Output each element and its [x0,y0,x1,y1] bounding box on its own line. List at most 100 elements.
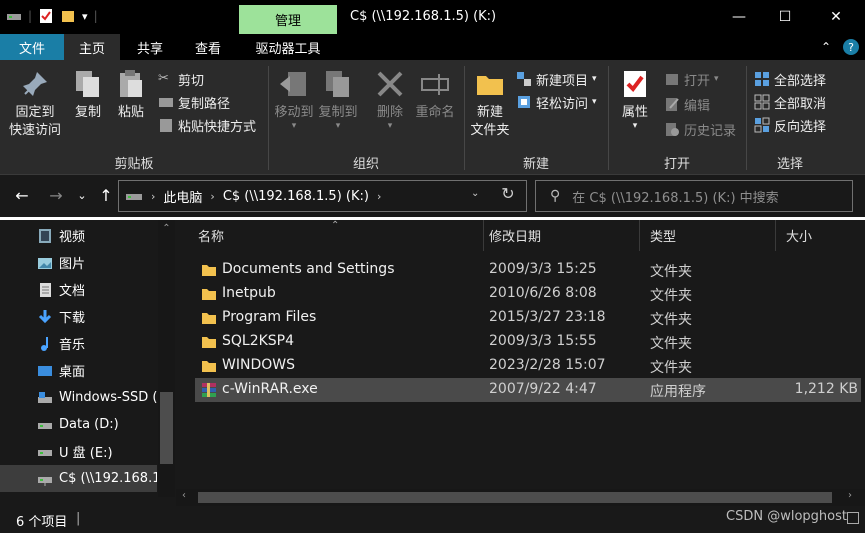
column-header-modified[interactable]: 修改日期 [479,220,640,251]
refresh-icon[interactable]: ↻ [498,184,518,203]
copy-path-icon [158,94,174,110]
nav-item-network-drive[interactable]: C$ (\\192.168.1 [0,465,157,492]
chevron-right-icon[interactable]: › [377,190,381,203]
nav-item-pictures[interactable]: 图片 [0,249,157,276]
paste-button[interactable]: 粘贴 [110,68,152,122]
easy-access-icon [516,94,532,110]
copy-to-label: 复制到 [318,105,358,120]
paste-icon [120,70,142,97]
move-to-dropdown-icon: ▾ [291,121,297,131]
breadcrumb-drive[interactable]: C$ (\\192.168.1.5) (K:) [223,189,369,204]
scrollbar-thumb[interactable] [160,392,173,464]
nav-item-videos[interactable]: 视频 [0,222,157,249]
nav-item-windows-ssd[interactable]: Windows-SSD ( [0,384,157,411]
group-label-clipboard: 剪贴板 [114,157,154,172]
search-box[interactable]: ⚲ 在 C$ (\\192.168.1.5) (K:) 中搜索 [535,180,853,212]
delete-button[interactable]: 删除 ▾ [368,68,412,131]
properties-check-icon [624,71,646,97]
qat-dropdown-icon[interactable]: ▾ [82,10,88,23]
nav-item-music[interactable]: 音乐 [0,330,157,357]
file-modified: 2009/3/3 15:25 [489,261,597,277]
nav-item-usb-e[interactable]: U 盘 (E:) [0,438,157,465]
nav-item-documents[interactable]: 文档 [0,276,157,303]
column-header-size[interactable]: 大小 [776,220,861,251]
nav-item-label: Windows-SSD ( [59,390,157,405]
file-list-scrollbar[interactable]: ‹ › [176,489,865,506]
rename-label: 重命名 [415,105,455,120]
pin-label-1: 固定到 [15,105,55,120]
group-label-new: 新建 [522,157,549,172]
help-icon[interactable]: ? [843,39,859,55]
file-row[interactable]: Inetpub 2010/6/26 8:08 文件夹 [195,282,861,306]
forward-arrow-icon[interactable]: → [46,186,66,205]
tab-share[interactable]: 共享 [120,34,180,60]
scroll-right-icon[interactable]: › [848,490,852,501]
cut-label: 剪切 [178,73,205,89]
tab-view[interactable]: 查看 [180,34,236,60]
scroll-up-icon[interactable]: ⌃ [158,223,175,234]
file-name: SQL2KSP4 [222,333,295,349]
pin-label-2: 快速访问 [8,123,61,138]
easy-access-dropdown-icon: ▾ [592,97,597,107]
nav-item-desktop[interactable]: 桌面 [0,357,157,384]
scrollbar-thumb[interactable] [198,492,832,503]
column-header-type[interactable]: 类型 [640,220,776,251]
invert-selection-icon [754,117,770,133]
drive-icon [37,417,53,433]
chevron-right-icon[interactable]: › [151,190,155,203]
address-row: ← → ⌄ ↑ › 此电脑 › C$ (\\192.168.1.5) (K:) … [0,175,865,217]
column-header-name[interactable]: 名称 [188,220,484,251]
cut-button[interactable]: ✂ 剪切 [158,69,204,89]
new-item-button[interactable]: 新建项目 ▾ [516,69,597,89]
tab-file[interactable]: 文件 [0,34,64,60]
address-dropdown-icon[interactable]: ⌄ [471,188,479,199]
back-arrow-icon[interactable]: ← [12,186,32,205]
nav-item-label: 桌面 [59,365,86,380]
history-icon [664,121,680,137]
scroll-left-icon[interactable]: ‹ [182,490,186,501]
new-folder-button[interactable]: 新建 文件夹 [466,68,514,140]
nav-item-downloads[interactable]: 下载 [0,303,157,330]
copy-button[interactable]: 复制 [68,68,108,122]
minimize-button[interactable]: — [716,0,762,34]
invert-selection-button[interactable]: 反向选择 [754,115,826,135]
file-row[interactable]: c-WinRAR.exe 2007/9/22 4:47 应用程序 1,212 K… [195,378,861,402]
nav-item-data-d[interactable]: Data (D:) [0,411,157,438]
edit-button[interactable]: 编辑 [664,94,710,114]
easy-access-button[interactable]: 轻松访问 ▾ [516,92,597,112]
file-row[interactable]: SQL2KSP4 2009/3/3 15:55 文件夹 [195,330,861,354]
recent-locations-chevron-icon[interactable]: ⌄ [72,189,92,202]
open-button[interactable]: 打开 ▾ [664,69,719,89]
drive-icon[interactable] [6,8,22,24]
rename-button[interactable]: 重命名 [412,68,458,122]
select-all-label: 全部选择 [774,73,827,89]
copy-path-button[interactable]: 复制路径 [158,92,230,112]
copy-to-button[interactable]: 复制到 ▾ [316,68,360,131]
tab-home[interactable]: 主页 [64,34,120,60]
tab-manage[interactable]: 管理 [239,5,337,34]
select-none-button[interactable]: 全部取消 [754,92,826,112]
file-row[interactable]: Documents and Settings 2009/3/3 15:25 文件… [195,258,861,282]
history-button[interactable]: 历史记录 [664,119,736,139]
properties-check-icon[interactable] [38,8,54,24]
select-all-button[interactable]: 全部选择 [754,69,826,89]
breadcrumb-this-pc[interactable]: 此电脑 [163,187,202,206]
documents-icon [37,282,53,298]
ribbon-collapse-icon[interactable]: ⌃ [821,40,831,54]
maximize-button[interactable]: ☐ [762,0,808,34]
address-bar[interactable]: › 此电脑 › C$ (\\192.168.1.5) (K:) › [118,180,527,212]
nav-scrollbar[interactable]: ⌃ [158,220,175,497]
file-row[interactable]: WINDOWS 2023/2/28 15:07 文件夹 [195,354,861,378]
details-view-icon[interactable] [847,512,859,524]
move-to-button[interactable]: 移动到 ▾ [272,68,316,131]
up-arrow-icon[interactable]: ↑ [96,186,116,205]
file-row[interactable]: Program Files 2015/3/27 23:18 文件夹 [195,306,861,330]
new-folder-icon[interactable] [60,8,76,24]
chevron-right-icon[interactable]: › [210,190,214,203]
paste-shortcut-button[interactable]: 粘贴快捷方式 [158,115,256,135]
file-name: Program Files [222,309,317,325]
properties-button[interactable]: 属性 ▾ [612,68,658,131]
close-button[interactable]: ✕ [813,0,859,34]
pin-quick-access-button[interactable]: 固定到 快速访问 [4,68,66,140]
tab-drive-tools[interactable]: 驱动器工具 [236,34,340,60]
